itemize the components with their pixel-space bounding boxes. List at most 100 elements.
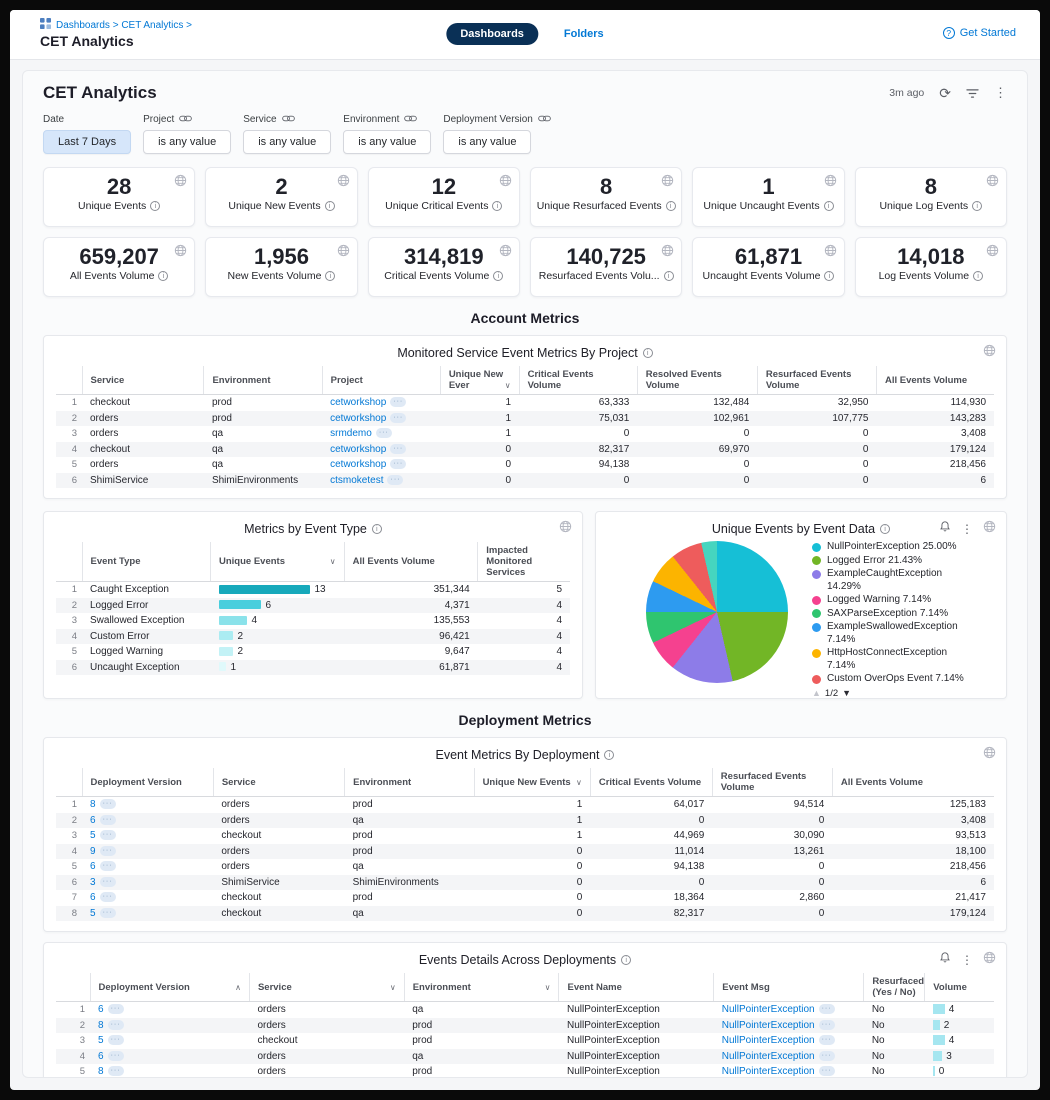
info-icon[interactable]: i (972, 201, 982, 211)
ellipsis-pill[interactable]: ··· (390, 397, 406, 407)
filter-value-button[interactable]: is any value (443, 130, 531, 154)
deployment-version-link[interactable]: 6 (90, 861, 96, 872)
ellipsis-pill[interactable]: ··· (390, 459, 406, 469)
kebab-icon[interactable]: ⋮ (961, 953, 973, 967)
ellipsis-pill[interactable]: ··· (387, 475, 403, 485)
ellipsis-pill[interactable]: ··· (819, 1066, 835, 1076)
event-link[interactable]: 8 (98, 1020, 104, 1031)
info-icon[interactable]: i (973, 271, 983, 281)
event-link[interactable]: NullPointerException (722, 1035, 815, 1046)
column-header[interactable]: All Events Volume (876, 366, 994, 395)
ellipsis-pill[interactable]: ··· (100, 799, 116, 809)
tab-dashboards[interactable]: Dashboards (446, 23, 538, 45)
ellipsis-pill[interactable]: ··· (100, 861, 116, 871)
column-header[interactable]: Environment∨ (404, 973, 559, 1002)
ellipsis-pill[interactable]: ··· (390, 413, 406, 423)
breadcrumb[interactable]: Dashboards > CET Analytics > (40, 18, 192, 32)
info-icon[interactable]: i (325, 271, 335, 281)
filter-value-button[interactable]: is any value (343, 130, 431, 154)
legend-item[interactable]: ExampleSwallowedException 7.14% (812, 621, 994, 646)
column-header[interactable]: All Events Volume (344, 542, 478, 582)
bell-icon[interactable] (939, 951, 951, 969)
kebab-icon[interactable]: ⋮ (994, 85, 1007, 101)
ellipsis-pill[interactable]: ··· (108, 1051, 124, 1061)
legend-item[interactable]: NullPointerException 25.00% (812, 541, 994, 554)
deployment-version-link[interactable]: 3 (90, 877, 96, 888)
column-header[interactable]: Unique New Ever∨ (440, 366, 519, 395)
deployment-version-link[interactable]: 5 (90, 830, 96, 841)
info-icon[interactable]: i (824, 271, 834, 281)
project-link[interactable]: cetworkshop (330, 413, 386, 424)
project-link[interactable]: cetworkshop (330, 444, 386, 455)
sort-icon[interactable]: ∨ (505, 380, 511, 391)
legend-item[interactable]: ExampleCaughtException 14.29% (812, 568, 994, 593)
deployment-version-link[interactable]: 9 (90, 846, 96, 857)
filter-value-button[interactable]: is any value (143, 130, 231, 154)
deployment-version-link[interactable]: 6 (90, 815, 96, 826)
column-header[interactable]: Event Name (559, 973, 714, 1002)
sort-icon[interactable]: ∨ (545, 982, 551, 993)
ellipsis-pill[interactable]: ··· (376, 428, 392, 438)
filter-value-button[interactable]: is any value (243, 130, 331, 154)
info-icon[interactable]: i (150, 201, 160, 211)
ellipsis-pill[interactable]: ··· (819, 1035, 835, 1045)
breadcrumb-text[interactable]: Dashboards > CET Analytics > (56, 20, 192, 31)
page-down-icon[interactable]: ▼ (842, 688, 851, 698)
column-header[interactable]: Unique New Events∨ (474, 768, 590, 797)
column-header[interactable]: Event Msg (714, 973, 864, 1002)
project-link[interactable]: ctsmoketest (330, 475, 383, 486)
info-icon[interactable]: i (492, 201, 502, 211)
ellipsis-pill[interactable]: ··· (390, 444, 406, 454)
column-header[interactable]: Service∨ (249, 973, 404, 1002)
column-header[interactable]: Critical Events Volume (590, 768, 712, 797)
ellipsis-pill[interactable]: ··· (108, 1020, 124, 1030)
pie-chart[interactable] (646, 541, 788, 683)
column-header[interactable]: Service (82, 366, 204, 395)
ellipsis-pill[interactable]: ··· (100, 830, 116, 840)
info-icon[interactable]: i (643, 348, 653, 358)
event-link[interactable]: 5 (98, 1035, 104, 1046)
column-header[interactable]: Critical Events Volume (519, 366, 637, 395)
legend-item[interactable]: Logged Warning 7.14% (812, 594, 994, 607)
ellipsis-pill[interactable]: ··· (819, 1051, 835, 1061)
event-link[interactable]: NullPointerException (722, 1020, 815, 1031)
info-icon[interactable]: i (325, 201, 335, 211)
refresh-icon[interactable]: ⟳ (939, 85, 951, 102)
column-header[interactable]: Environment (345, 768, 474, 797)
info-icon[interactable]: i (880, 524, 890, 534)
sort-icon[interactable]: ∨ (330, 556, 336, 567)
info-icon[interactable]: i (493, 271, 503, 281)
ellipsis-pill[interactable]: ··· (108, 1004, 124, 1014)
kebab-icon[interactable]: ⋮ (961, 522, 973, 536)
bell-icon[interactable] (939, 520, 951, 538)
column-header[interactable]: Impacted Monitored Services (478, 542, 570, 582)
deployment-version-link[interactable]: 8 (90, 799, 96, 810)
sort-icon[interactable]: ∨ (576, 777, 582, 788)
page-up-icon[interactable]: ▲ (812, 688, 821, 698)
sort-icon[interactable]: ∧ (235, 982, 241, 993)
info-icon[interactable]: i (158, 271, 168, 281)
legend-item[interactable]: Logged Error 21.43% (812, 555, 994, 568)
column-header[interactable]: Environment (204, 366, 322, 395)
ellipsis-pill[interactable]: ··· (100, 815, 116, 825)
info-icon[interactable]: i (621, 955, 631, 965)
sort-icon[interactable]: ∨ (390, 982, 396, 993)
column-header[interactable]: Deployment Version (82, 768, 213, 797)
info-icon[interactable]: i (824, 201, 834, 211)
column-header[interactable]: Resurfaced Events Volume (712, 768, 832, 797)
column-header[interactable]: Resurfaced Events Volume (757, 366, 876, 395)
filter-icon[interactable] (966, 88, 979, 99)
column-header[interactable]: Event Type (82, 542, 211, 582)
info-icon[interactable]: i (666, 201, 676, 211)
event-link[interactable]: NullPointerException (722, 1051, 815, 1062)
column-header[interactable]: All Events Volume (832, 768, 994, 797)
info-icon[interactable]: i (372, 524, 382, 534)
legend-item[interactable]: Custom OverOps Event 7.14% (812, 673, 994, 686)
legend-item[interactable]: HttpHostConnectException 7.14% (812, 647, 994, 672)
project-link[interactable]: cetworkshop (330, 459, 386, 470)
ellipsis-pill[interactable]: ··· (108, 1066, 124, 1076)
column-header[interactable]: Volume (925, 973, 994, 1002)
ellipsis-pill[interactable]: ··· (108, 1035, 124, 1045)
ellipsis-pill[interactable]: ··· (100, 846, 116, 856)
project-link[interactable]: cetworkshop (330, 397, 386, 408)
